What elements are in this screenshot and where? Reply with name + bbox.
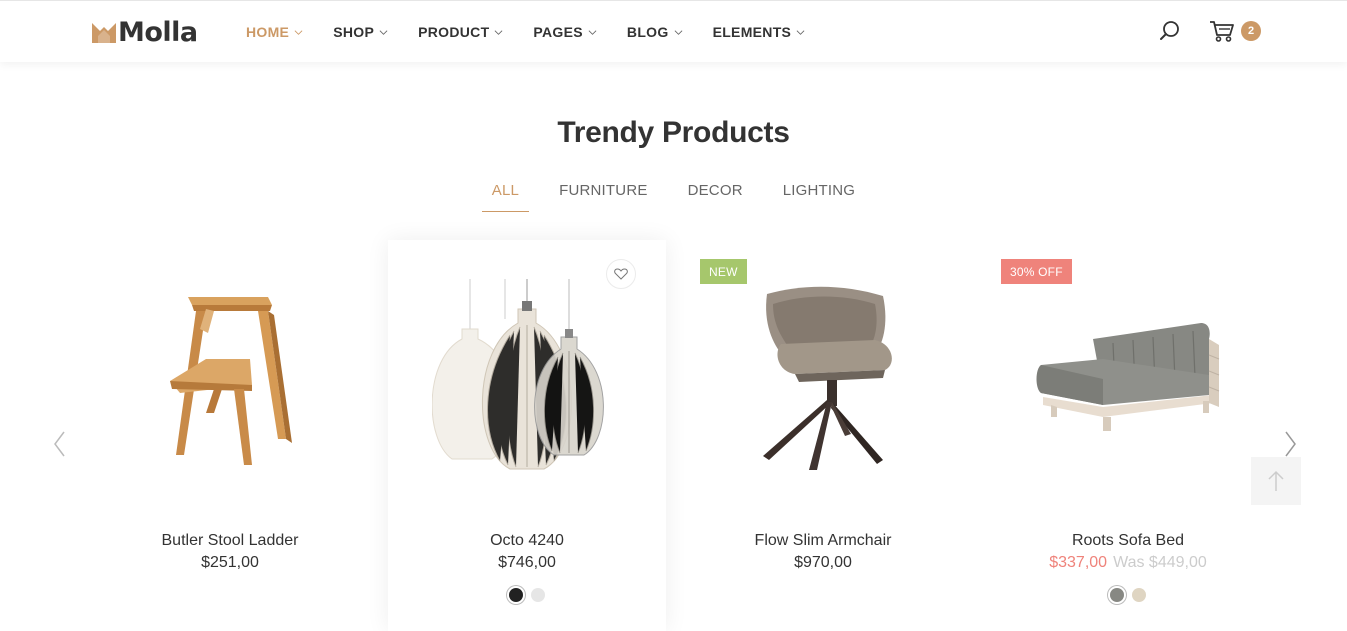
chevron-down-icon	[674, 29, 682, 35]
product-image[interactable]	[91, 240, 369, 518]
color-swatches	[989, 588, 1267, 602]
product-price: $337,00 Was $449,00	[989, 554, 1267, 572]
arrow-up-icon	[1268, 470, 1284, 491]
nav-item-label: PAGES	[533, 24, 583, 40]
armchair-image	[763, 286, 892, 470]
color-swatch-beige[interactable]	[1132, 588, 1146, 602]
nav-item-shop[interactable]: SHOP	[333, 24, 388, 40]
product-card[interactable]: NEW Flow Slim Armchair $970,00	[684, 240, 962, 631]
chevron-down-icon	[294, 29, 303, 35]
chevron-left-icon[interactable]	[52, 430, 68, 458]
tab-furniture[interactable]: FURNITURE	[549, 180, 657, 212]
cart-count-badge: 2	[1241, 21, 1261, 41]
wishlist-button[interactable]	[606, 259, 636, 289]
header-actions: 2	[1159, 19, 1261, 43]
product-card[interactable]: Butler Stool Ladder $251,00	[91, 240, 369, 631]
nav-item-home[interactable]: HOME	[246, 24, 303, 40]
tab-decor[interactable]: DECOR	[678, 180, 753, 212]
product-name[interactable]: Flow Slim Armchair	[684, 532, 962, 550]
product-price: $251,00	[201, 554, 259, 571]
nav-item-label: SHOP	[333, 24, 375, 40]
product-name[interactable]: Octo 4240	[388, 532, 666, 550]
sofa-bed-image	[1036, 323, 1220, 431]
color-swatch-gray[interactable]	[1110, 588, 1124, 602]
product-image[interactable]	[989, 240, 1267, 518]
chevron-down-icon	[379, 29, 388, 35]
product-image[interactable]	[684, 240, 962, 518]
nav-item-blog[interactable]: BLOG	[627, 24, 683, 40]
chevron-down-icon	[495, 29, 503, 35]
nav-item-pages[interactable]: PAGES	[533, 24, 597, 40]
nav-item-label: PRODUCT	[418, 24, 490, 40]
search-icon[interactable]	[1159, 20, 1181, 42]
tab-lighting[interactable]: LIGHTING	[773, 180, 865, 212]
cart-icon	[1210, 21, 1234, 42]
nav-item-label: BLOG	[626, 24, 669, 40]
chevron-down-icon	[796, 29, 805, 35]
wooden-step-stool-image	[170, 297, 292, 465]
nav-item-elements[interactable]: ELEMENTS	[713, 24, 806, 40]
product-filter-tabs: ALL FURNITURE DECOR LIGHTING	[0, 180, 1347, 212]
color-swatch-black[interactable]	[509, 588, 523, 602]
logo[interactable]: Molla	[92, 18, 198, 48]
nav-item-product[interactable]: PRODUCT	[418, 24, 503, 40]
product-price: $746,00	[498, 554, 556, 571]
logo-icon	[92, 23, 116, 43]
product-price: $970,00	[794, 554, 852, 571]
chevron-right-icon[interactable]	[1282, 430, 1298, 458]
logo-text: Molla	[118, 17, 198, 48]
product-carousel: Butler Stool Ladder $251,00 Octo 4240 $7…	[91, 240, 1256, 631]
color-swatches	[388, 588, 666, 602]
scroll-top-button[interactable]	[1251, 457, 1301, 505]
tab-all[interactable]: ALL	[481, 180, 530, 212]
old-price: Was $449,00	[1113, 554, 1207, 571]
cart-button[interactable]: 2	[1209, 19, 1261, 43]
color-swatch-light-gray[interactable]	[531, 588, 545, 602]
main-nav: HOME SHOP PRODUCT PAGES BLOG ELEMENTS	[246, 1, 835, 63]
product-card[interactable]: Octo 4240 $746,00	[388, 240, 666, 631]
product-card[interactable]: 30% OFF Roots Sofa Bed $337,00 Was $449,0…	[989, 240, 1267, 631]
nav-item-label: ELEMENTS	[712, 24, 792, 40]
nav-item-label: HOME	[246, 24, 290, 40]
sale-price: $337,00	[1049, 554, 1108, 571]
product-name[interactable]: Butler Stool Ladder	[91, 532, 369, 550]
chevron-down-icon	[588, 29, 597, 35]
section-title: Trendy Products	[557, 116, 790, 149]
heart-icon	[614, 268, 628, 280]
site-header: Molla HOME SHOP PRODUCT PAGES BLOG ELEME…	[0, 0, 1347, 62]
pendant-lamps-image	[432, 279, 604, 470]
product-name[interactable]: Roots Sofa Bed	[989, 532, 1267, 550]
